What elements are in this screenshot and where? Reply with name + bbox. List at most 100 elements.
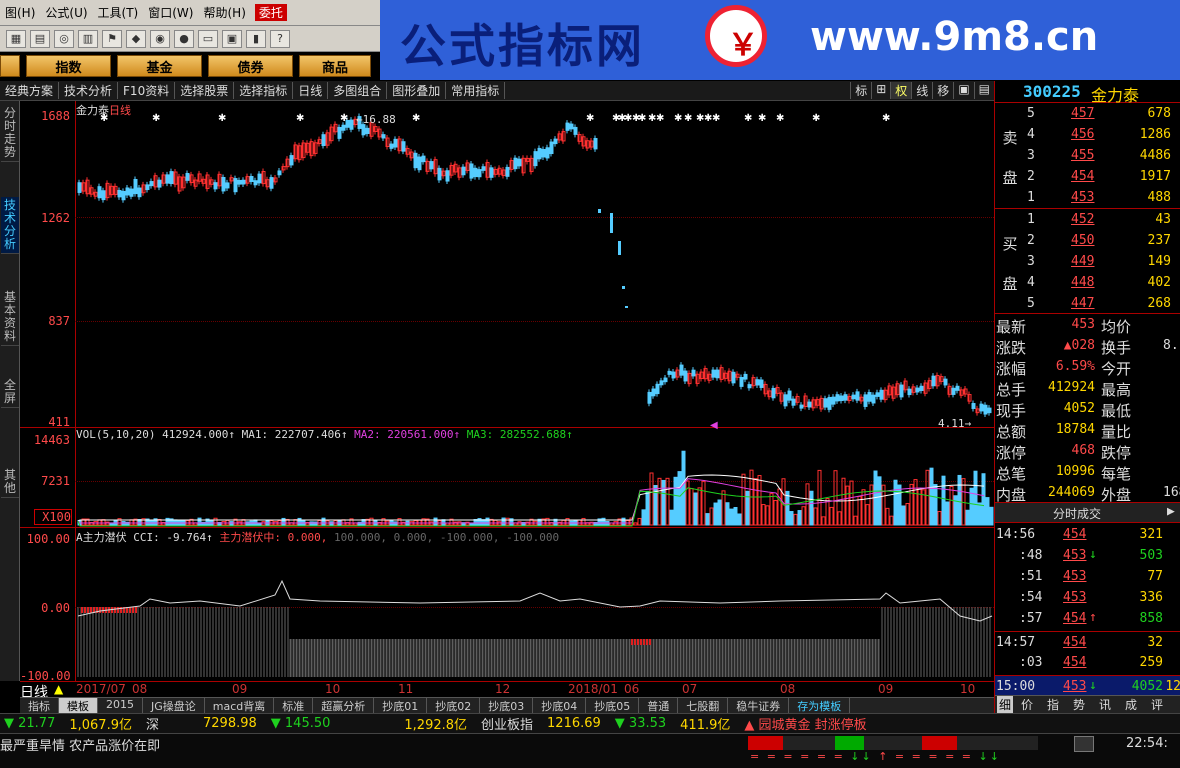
candle-body [341, 124, 346, 131]
line-button[interactable]: 线 [911, 82, 932, 99]
tab-normal[interactable]: 普通 [639, 698, 679, 713]
tab-bottom05[interactable]: 抄底05 [586, 698, 640, 713]
diamond-icon[interactable]: ◆ [126, 29, 146, 48]
x-label: 10 [960, 682, 976, 696]
tab-super[interactable]: 超赢分析 [313, 698, 375, 713]
tab-save-template[interactable]: 存为模板 [789, 698, 851, 713]
trade-arrow-icon: ↓ [1089, 678, 1097, 693]
tab-2015[interactable]: 2015 [98, 698, 143, 713]
volume-bar [705, 513, 710, 526]
x-label: 07 [682, 682, 698, 696]
tab-bottom01[interactable]: 抄底01 [374, 698, 428, 713]
vtab-other[interactable]: 其他 [1, 467, 19, 498]
qtab-price[interactable]: 价 [1021, 696, 1033, 713]
window-icon[interactable]: ▣ [222, 29, 242, 48]
menu-tools[interactable]: 工具(T) [93, 4, 144, 21]
tab-standard[interactable]: 标准 [274, 698, 314, 713]
candle-body [787, 390, 792, 401]
toolbar-select-indicator[interactable]: 选择指标 [234, 82, 294, 99]
volume-bar [649, 472, 654, 526]
tab-template[interactable]: 模板 [59, 698, 98, 713]
info-icon[interactable]: ● [174, 29, 194, 48]
menu-formula[interactable]: 公式(U) [40, 4, 92, 21]
grid-icon[interactable]: ▥ [78, 29, 98, 48]
nav-tab-fund[interactable]: 基金 [117, 55, 202, 77]
layout-icon[interactable]: ▤ [973, 82, 994, 99]
rights-button[interactable]: 权 [890, 82, 912, 99]
volume-bar [765, 505, 770, 526]
ad-banner[interactable]: 公式指标网 ￥ www.9m8.cn [380, 0, 1180, 80]
toolbar-f10[interactable]: F10资料 [118, 82, 176, 99]
sell-level-row: 2 454 1917 [995, 166, 1180, 187]
volume-bar [669, 509, 674, 526]
mark-button[interactable]: 标 [850, 82, 871, 99]
candle-body [365, 127, 370, 134]
vtab-fullscreen[interactable]: 全屏 [1, 377, 19, 408]
volume-bar [925, 469, 930, 526]
volume-bar [709, 507, 714, 526]
chart-area[interactable]: 1688 1262 837 411 14463 7231 X100 100.00… [20, 101, 994, 683]
tab-qgf[interactable]: 七股翻 [678, 698, 729, 713]
quote-icon[interactable]: ▤ [30, 29, 50, 48]
qtab-review[interactable]: 评 [1151, 696, 1163, 713]
tab-jg[interactable]: JG操盘论 [143, 698, 205, 713]
volume-bar [841, 477, 846, 526]
print-icon[interactable]: ▭ [198, 29, 218, 48]
vtab-tech-analysis[interactable]: 技术分析 [1, 197, 19, 254]
toolbar-select-stock[interactable]: 选择股票 [175, 82, 235, 99]
trade-volume: 259 [1139, 655, 1163, 670]
tab-bottom04[interactable]: 抄底04 [533, 698, 587, 713]
chart-mini-icon[interactable] [1074, 736, 1094, 752]
x-label: 06 [624, 682, 640, 696]
qtab-trend[interactable]: 势 [1073, 696, 1085, 713]
vtab-fundamentals[interactable]: 基本资料 [1, 289, 19, 346]
books-icon[interactable]: ▮ [246, 29, 266, 48]
volume-bar [725, 502, 730, 526]
toolbar-tech-analysis[interactable]: 技术分析 [59, 82, 119, 99]
menu-window[interactable]: 窗口(W) [143, 4, 198, 21]
volume-bar [793, 513, 798, 526]
window-mode-icon[interactable]: ▣ [953, 82, 973, 99]
crosshair-icon[interactable]: ⊞ [871, 82, 890, 99]
toolbar-daily[interactable]: 日线 [293, 82, 329, 99]
entrust-button[interactable]: 委托 [254, 4, 287, 21]
menu-view[interactable]: 图(H) [0, 4, 40, 21]
nav-tab-index[interactable]: 指数 [26, 55, 111, 77]
qtab-index[interactable]: 指 [1047, 696, 1059, 713]
tab-bottom02[interactable]: 抄底02 [427, 698, 481, 713]
signal-star-icon: ✱ [812, 113, 820, 124]
nav-tab-bond[interactable]: 债券 [208, 55, 293, 77]
tab-wn[interactable]: 稳牛证券 [728, 698, 790, 713]
toolbar-multi-chart[interactable]: 多图组合 [328, 82, 388, 99]
toolbar-common-indicators[interactable]: 常用指标 [446, 82, 506, 99]
nav-tab-prev[interactable] [0, 55, 20, 77]
nav-tab-commodity[interactable]: 商品 [299, 55, 371, 77]
tab-indicator[interactable]: 指标 [20, 698, 59, 713]
candle-body [349, 119, 354, 130]
flag-icon[interactable]: ⚑ [102, 29, 122, 48]
tab-bottom03[interactable]: 抄底03 [480, 698, 534, 713]
qtab-news[interactable]: 讯 [1099, 696, 1111, 713]
qtab-deal[interactable]: 成 [1125, 696, 1137, 713]
menu-help[interactable]: 帮助(H) [198, 4, 250, 21]
chart-icon[interactable]: ◉ [150, 29, 170, 48]
home-icon[interactable]: ▦ [6, 29, 26, 48]
stat-value: 168 [1163, 485, 1180, 500]
toolbar-classic-scheme[interactable]: 经典方案 [0, 82, 60, 99]
binoculars-icon[interactable]: ◎ [54, 29, 74, 48]
help-icon[interactable]: ? [270, 29, 290, 48]
chevron-right-icon[interactable]: ▶ [1167, 504, 1175, 519]
x-label: 2018/01 [568, 682, 618, 696]
candle-body [875, 392, 880, 397]
volume-bar [737, 513, 742, 526]
signal-star-icon: ✱ [684, 113, 692, 124]
vtab-intraday[interactable]: 分时走势 [1, 105, 19, 162]
ask-volume: 1917 [1139, 169, 1171, 184]
qtab-detail[interactable]: 细 [997, 696, 1014, 713]
news-text[interactable]: 最严重旱情 农产品涨价在即 [0, 735, 160, 754]
alert-text[interactable]: ▲ 园城黄金 封涨停板 [744, 714, 866, 733]
sh-change: ▼ 21.77 [4, 716, 56, 731]
move-button[interactable]: 移 [932, 82, 953, 99]
toolbar-overlay[interactable]: 图形叠加 [387, 82, 447, 99]
tab-macd[interactable]: macd背离 [205, 698, 275, 713]
